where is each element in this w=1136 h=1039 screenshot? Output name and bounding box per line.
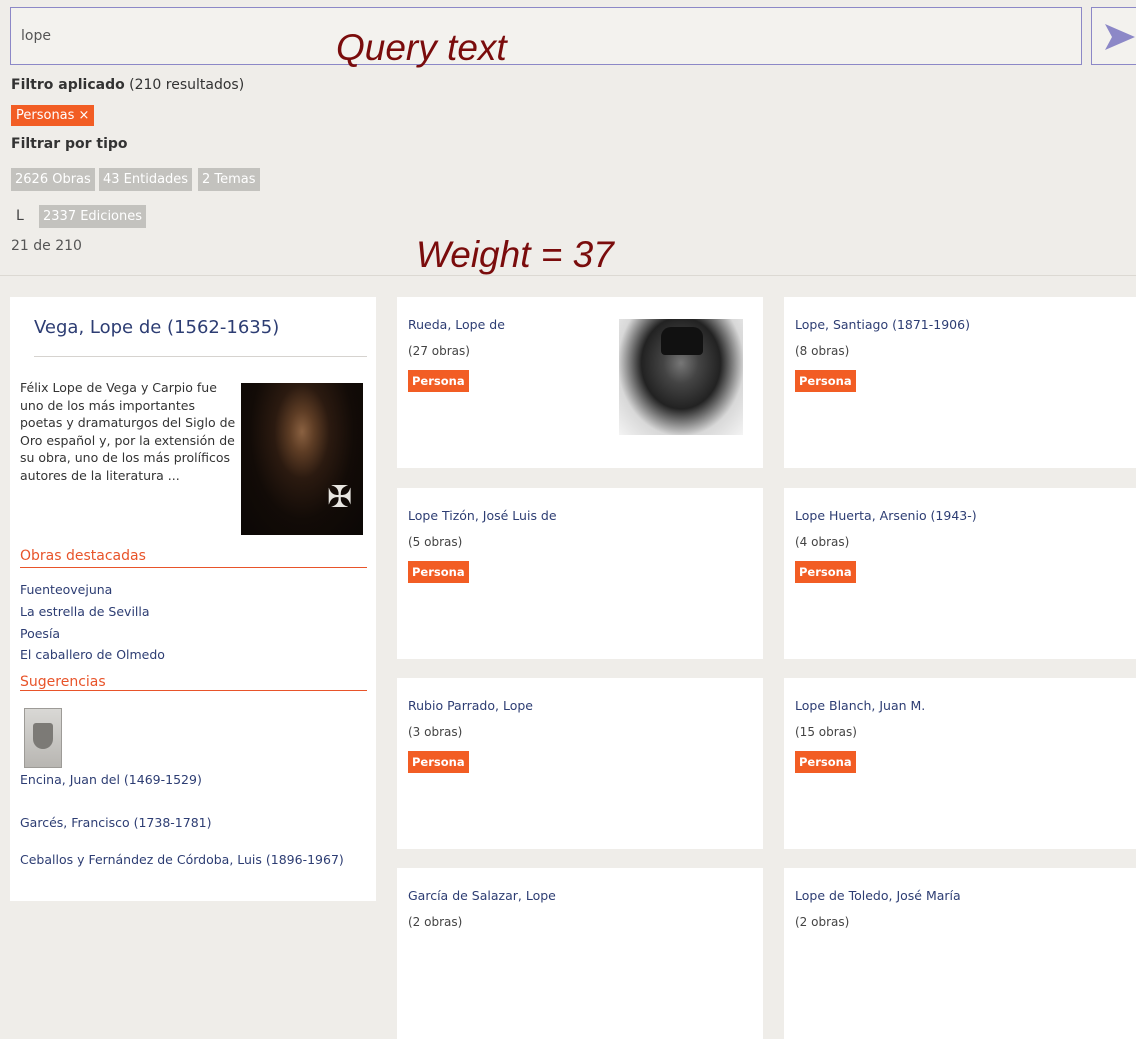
filter-by-type-label: Filtrar por tipo	[11, 136, 128, 152]
person-badge: Persona	[795, 751, 856, 773]
result-card: Lope, Santiago (1871-1906) (8 obras) Per…	[784, 297, 1136, 468]
result-card-name[interactable]: Rubio Parrado, Lope	[408, 698, 533, 713]
result-card: Lope de Toledo, José María (2 obras)	[784, 868, 1136, 1039]
work-link-el-caballero-de-olmedo[interactable]: El caballero de Olmedo	[20, 647, 165, 662]
result-card-name[interactable]: Lope de Toledo, José María	[795, 888, 961, 903]
suggestions-heading: Sugerencias	[20, 674, 106, 690]
person-badge: Persona	[408, 370, 469, 392]
work-link-fuenteovejuna[interactable]: Fuenteovejuna	[20, 582, 112, 597]
featured-works-heading: Obras destacadas	[20, 548, 146, 564]
result-card-name[interactable]: Rueda, Lope de	[408, 317, 505, 332]
person-badge: Persona	[795, 561, 856, 583]
result-card: Lope Blanch, Juan M. (15 obras) Persona	[784, 678, 1136, 849]
featured-works-rule	[20, 567, 367, 568]
suggestions-rule	[20, 690, 367, 691]
type-chip-obras[interactable]: 2626 Obras	[11, 168, 95, 191]
result-card-works-count: (27 obras)	[408, 344, 470, 358]
work-link-la-estrella-de-sevilla[interactable]: La estrella de Sevilla	[20, 604, 150, 619]
result-card: García de Salazar, Lope (2 obras)	[397, 868, 763, 1039]
result-card-works-count: (15 obras)	[795, 725, 857, 739]
person-badge: Persona	[408, 561, 469, 583]
active-filter-chip-personas[interactable]: Personas ×	[11, 105, 95, 126]
featured-author-title[interactable]: Vega, Lope de (1562-1635)	[34, 317, 279, 338]
hat-shape	[661, 327, 703, 355]
featured-title-rule	[34, 356, 367, 357]
sub-filter-bullet: L	[16, 208, 24, 224]
result-card-name[interactable]: Lope, Santiago (1871-1906)	[795, 317, 970, 332]
person-badge: Persona	[408, 751, 469, 773]
query-text-annotation: Query text	[336, 27, 507, 68]
result-card-works-count: (8 obras)	[795, 344, 850, 358]
result-card: Lope Huerta, Arsenio (1943-) (4 obras) P…	[784, 488, 1136, 659]
result-card-works-count: (3 obras)	[408, 725, 463, 739]
filter-applied-label: Filtro aplicado	[11, 77, 125, 93]
work-link-poesia[interactable]: Poesía	[20, 626, 60, 641]
result-card-name[interactable]: García de Salazar, Lope	[408, 888, 556, 903]
suggestion-thumbnail[interactable]	[24, 708, 62, 768]
author-photo[interactable]	[619, 319, 743, 435]
result-card-name[interactable]: Lope Tizón, José Luis de	[408, 508, 557, 523]
featured-author-panel: Vega, Lope de (1562-1635) Félix Lope de …	[10, 297, 376, 901]
result-card-name[interactable]: Lope Huerta, Arsenio (1943-)	[795, 508, 977, 523]
suggestion-link-encina[interactable]: Encina, Juan del (1469-1529)	[20, 772, 202, 787]
search-submit-button[interactable]	[1091, 7, 1136, 65]
type-chip-entidades[interactable]: 43 Entidades	[99, 168, 193, 191]
result-card: Rubio Parrado, Lope (3 obras) Persona	[397, 678, 763, 849]
result-card: Lope Tizón, José Luis de (5 obras) Perso…	[397, 488, 763, 659]
filter-applied-line: Filtro aplicado (210 resultados)	[11, 77, 244, 93]
result-card-works-count: (4 obras)	[795, 535, 850, 549]
suggestion-link-garces[interactable]: Garcés, Francisco (1738-1781)	[20, 815, 211, 830]
type-chip-ediciones[interactable]: 2337 Ediciones	[39, 205, 147, 228]
featured-author-description: Félix Lope de Vega y Carpio fue uno de l…	[20, 380, 236, 483]
person-badge: Persona	[795, 370, 856, 392]
arrow-right-icon	[1105, 24, 1135, 50]
type-chip-temas[interactable]: 2 Temas	[198, 168, 260, 191]
author-portrait[interactable]: ✠	[241, 383, 363, 535]
result-card-works-count: (5 obras)	[408, 535, 463, 549]
section-divider	[0, 275, 1136, 276]
maltese-cross-icon: ✠	[327, 480, 353, 515]
result-card: Rueda, Lope de (27 obras) Persona	[397, 297, 763, 468]
result-count: 21 de 210	[11, 238, 82, 254]
result-card-name[interactable]: Lope Blanch, Juan M.	[795, 698, 925, 713]
suggestion-link-ceballos[interactable]: Ceballos y Fernández de Córdoba, Luis (1…	[20, 852, 344, 867]
search-box[interactable]	[10, 7, 1082, 65]
weight-annotation: Weight = 37	[416, 234, 614, 275]
filter-applied-count: (210 resultados)	[129, 77, 245, 93]
